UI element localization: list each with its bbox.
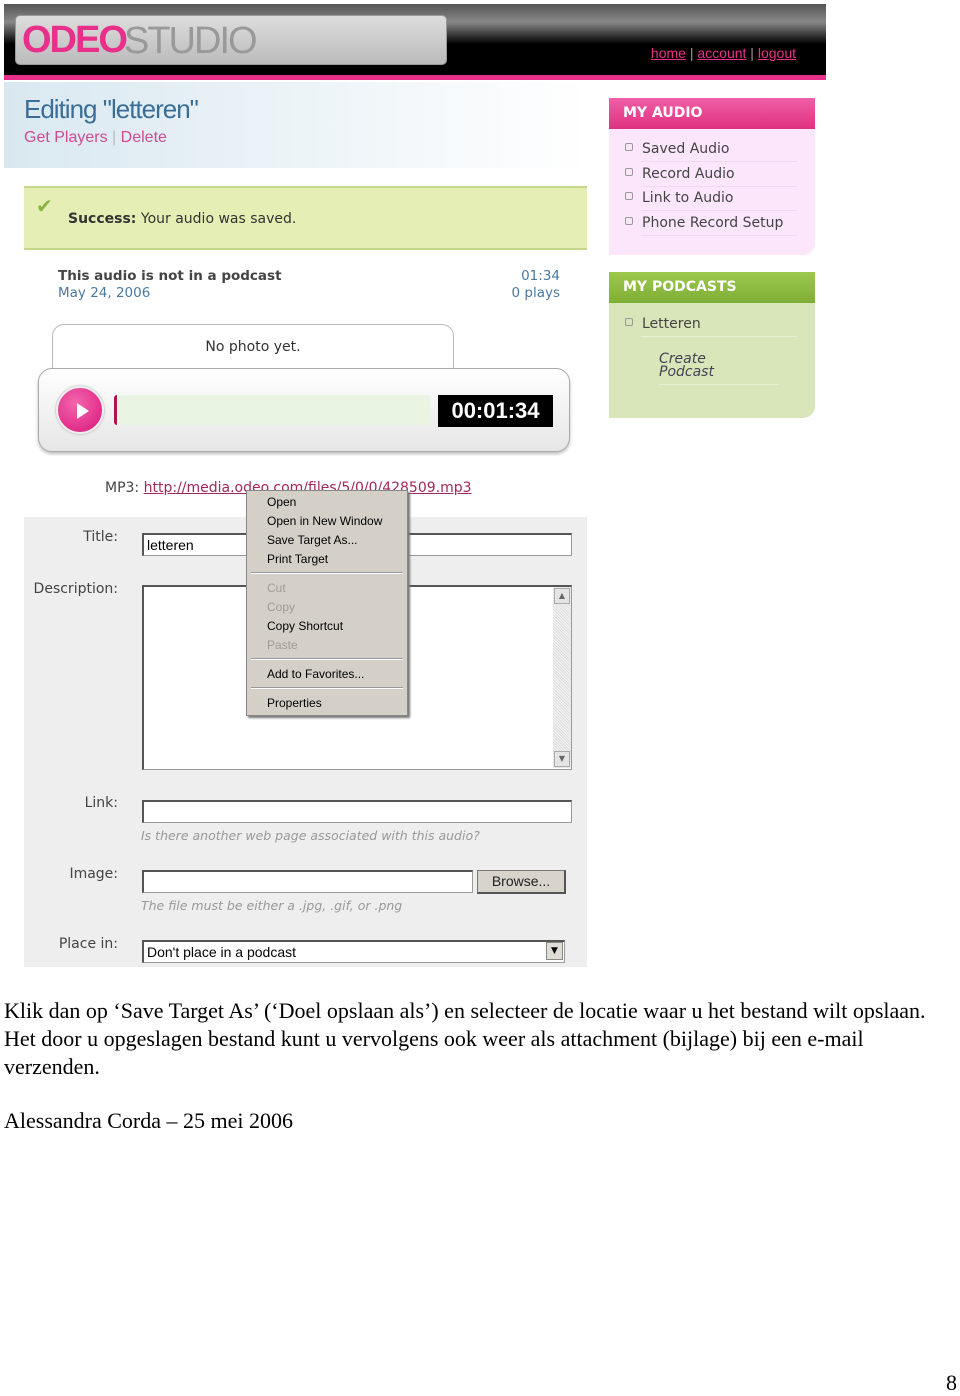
description-scrollbar[interactable]: ▲ ▼	[553, 587, 571, 768]
menu-paste: Paste	[267, 638, 298, 652]
context-menu: Open Open in New Window Save Target As..…	[246, 490, 408, 716]
menu-open[interactable]: Open	[267, 495, 296, 509]
my-podcasts-box: MY PODCASTS Letteren Create Podcast	[609, 272, 815, 418]
title-label: Title:	[83, 529, 118, 545]
sidebar-item-letteren[interactable]: Letteren	[625, 316, 701, 332]
nav-logout[interactable]: logout	[758, 45, 796, 61]
top-nav: home | account | logout	[650, 45, 796, 61]
link-input[interactable]	[142, 800, 572, 823]
my-audio-title: MY AUDIO	[609, 98, 815, 129]
browse-button[interactable]: Browse...	[477, 870, 566, 894]
my-podcasts-title: MY PODCASTS	[609, 272, 815, 303]
menu-divider	[251, 572, 403, 574]
image-hint: The file must be either a .jpg, .gif, or…	[141, 898, 403, 913]
delete-link[interactable]: Delete	[121, 129, 167, 146]
link-label: Link:	[84, 795, 118, 811]
menu-print-target[interactable]: Print Target	[267, 552, 328, 566]
page-title: Editing "letteren"	[24, 94, 199, 124]
menu-save-target-as[interactable]: Save Target As...	[267, 533, 358, 547]
menu-divider	[251, 687, 403, 689]
menu-copy-shortcut[interactable]: Copy Shortcut	[267, 619, 343, 633]
create-podcast-link[interactable]: Create Podcast	[659, 352, 734, 379]
link-hint: Is there another web page associated wit…	[141, 828, 480, 843]
nav-account[interactable]: account	[697, 45, 746, 61]
page-number: 8	[946, 1370, 957, 1395]
progress-slider[interactable]	[114, 395, 430, 425]
menu-properties[interactable]: Properties	[267, 696, 322, 710]
get-players-link[interactable]: Get Players	[24, 129, 108, 146]
sidebar-item-link-audio[interactable]: Link to Audio	[625, 190, 733, 206]
place-select[interactable]: Don't place in a podcast	[142, 940, 565, 963]
image-input[interactable]	[142, 870, 473, 893]
timer-display: 00:01:34	[438, 395, 553, 427]
checkmark-icon: ✔	[36, 194, 53, 218]
document-paragraph: Klik dan op ‘Save Target As’ (‘Doel opsl…	[4, 998, 926, 1079]
audio-date: May 24, 2006	[58, 285, 151, 301]
success-message: ✔ Success: Your audio was saved.	[24, 186, 587, 250]
sidebar-item-saved-audio[interactable]: Saved Audio	[625, 141, 730, 157]
odeo-studio-logo[interactable]: ODEO STUDIO	[15, 15, 447, 65]
menu-copy: Copy	[267, 600, 296, 614]
play-count: 0 plays	[511, 285, 561, 301]
document-author: Alessandra Corda – 25 mei 2006	[4, 1108, 293, 1133]
menu-add-favorites[interactable]: Add to Favorites...	[267, 667, 364, 681]
podcast-status: This audio is not in a podcast	[58, 268, 282, 284]
page-links: Get Players | Delete	[24, 129, 167, 146]
nav-home[interactable]: home	[651, 45, 686, 61]
audio-duration: 01:34	[521, 268, 560, 284]
my-audio-box: MY AUDIO Saved Audio Record Audio Link t…	[609, 98, 815, 255]
image-label: Image:	[69, 866, 118, 882]
sidebar-item-record-audio[interactable]: Record Audio	[625, 166, 735, 182]
menu-divider	[251, 658, 403, 660]
menu-open-new-window[interactable]: Open in New Window	[267, 514, 382, 528]
scroll-down-icon[interactable]: ▼	[554, 751, 570, 767]
play-button[interactable]	[56, 386, 104, 434]
scroll-up-icon[interactable]: ▲	[554, 588, 570, 604]
chevron-down-icon[interactable]: ▼	[546, 942, 563, 960]
sidebar-item-phone-record[interactable]: Phone Record Setup	[625, 215, 783, 231]
photo-placeholder: No photo yet.	[52, 324, 454, 372]
description-label: Description:	[33, 581, 118, 597]
place-label: Place in:	[58, 936, 118, 952]
menu-cut: Cut	[267, 581, 286, 595]
